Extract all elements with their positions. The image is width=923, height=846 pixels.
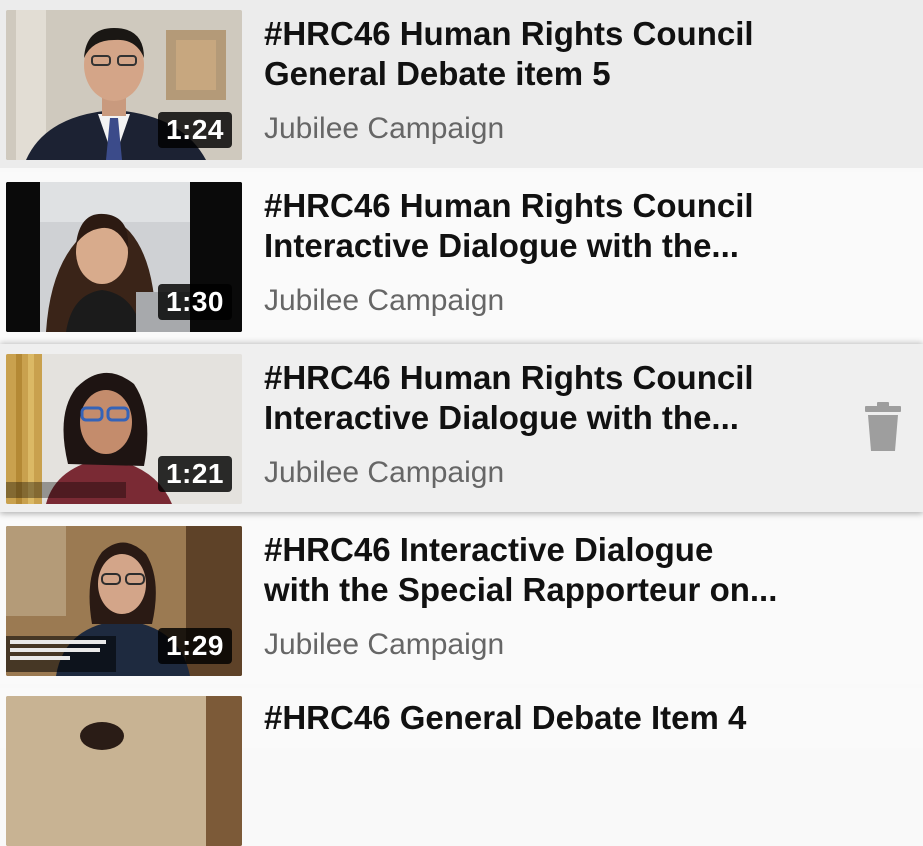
channel-name: Jubilee Campaign xyxy=(264,112,505,145)
duration-badge: 1:29 xyxy=(157,628,232,664)
channel-name: Jubilee Campaign xyxy=(264,456,505,489)
video-thumbnail[interactable]: 1:24 xyxy=(6,10,242,160)
video-thumbnail[interactable]: 1:30 xyxy=(6,182,242,332)
video-title[interactable]: #HRC46 Human Rights Council Interactive … xyxy=(264,358,824,438)
channel-name: Jubilee Campaign xyxy=(264,628,505,661)
duration-badge: 1:21 xyxy=(157,456,232,492)
trash-icon[interactable] xyxy=(864,402,902,452)
thumbnail-image xyxy=(6,696,242,846)
video-row-selected[interactable]: 1:21 #HRC46 Human Rights Council Interac… xyxy=(0,344,923,512)
video-title-line: #HRC46 General Debate Item 4 xyxy=(264,699,747,736)
video-title-line: with the Special Rapporteur on... xyxy=(264,571,778,608)
video-title[interactable]: #HRC46 General Debate Item 4 xyxy=(264,698,824,738)
video-thumbnail[interactable]: 1:29 xyxy=(6,526,242,676)
video-thumbnail[interactable]: 1:21 xyxy=(6,354,242,504)
video-title-line: Interactive Dialogue with the... xyxy=(264,227,739,264)
video-title-line: #HRC46 Human Rights Council xyxy=(264,359,754,396)
video-title-line: Interactive Dialogue with the... xyxy=(264,399,739,436)
video-title-line: #HRC46 Human Rights Council xyxy=(264,15,754,52)
video-title[interactable]: #HRC46 Human Rights Council Interactive … xyxy=(264,186,824,266)
video-title-line: #HRC46 Interactive Dialogue xyxy=(264,531,714,568)
video-row[interactable]: #HRC46 General Debate Item 4 xyxy=(0,688,923,846)
video-title[interactable]: #HRC46 Interactive Dialogue with the Spe… xyxy=(264,530,824,610)
video-title-line: General Debate item 5 xyxy=(264,55,611,92)
video-title[interactable]: #HRC46 Human Rights Council General Deba… xyxy=(264,14,824,94)
playlist: 1:24 #HRC46 Human Rights Council General… xyxy=(0,0,923,846)
video-row[interactable]: 1:30 #HRC46 Human Rights Council Interac… xyxy=(0,172,923,340)
video-row[interactable]: 1:29 #HRC46 Interactive Dialogue with th… xyxy=(0,516,923,684)
video-thumbnail[interactable] xyxy=(6,696,242,846)
channel-name: Jubilee Campaign xyxy=(264,284,505,317)
duration-badge: 1:30 xyxy=(157,284,232,320)
video-row[interactable]: 1:24 #HRC46 Human Rights Council General… xyxy=(0,0,923,168)
duration-badge: 1:24 xyxy=(157,112,232,148)
video-title-line: #HRC46 Human Rights Council xyxy=(264,187,754,224)
